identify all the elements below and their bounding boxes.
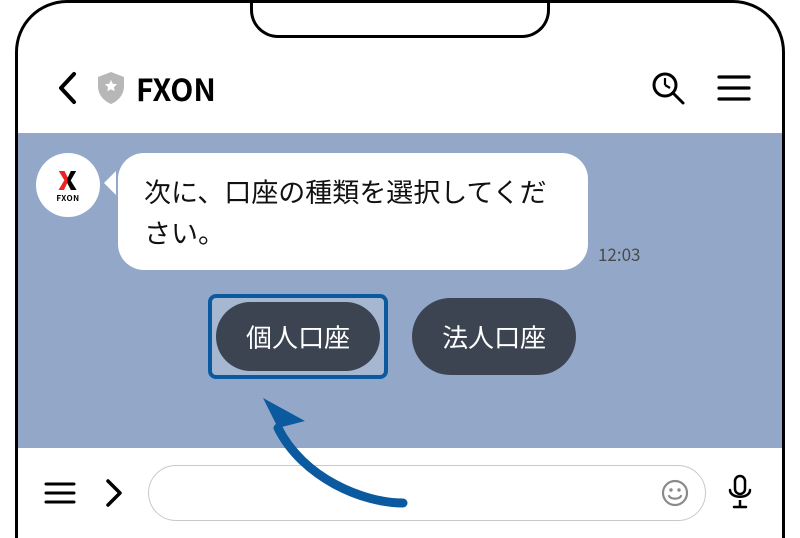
sender-avatar[interactable]: X FXON xyxy=(36,153,100,217)
input-bar xyxy=(18,448,782,538)
option-personal-account[interactable]: 個人口座 xyxy=(216,302,380,371)
message-timestamp: 12:03 xyxy=(598,241,640,266)
message-row: X FXON 次に、口座の種類を選択してください。 12:03 xyxy=(18,153,782,270)
keyboard-menu-button[interactable] xyxy=(40,473,80,513)
chat-header: FXON xyxy=(18,53,782,123)
hamburger-icon xyxy=(717,74,751,102)
phone-notch xyxy=(250,0,550,38)
official-badge-icon xyxy=(96,71,126,105)
quick-reply-row: 個人口座 法人口座 xyxy=(208,294,782,379)
search-button[interactable] xyxy=(648,68,688,108)
voice-button[interactable] xyxy=(720,473,760,513)
avatar-logo-icon: X xyxy=(59,167,78,193)
menu-button[interactable] xyxy=(714,68,754,108)
chevron-left-icon xyxy=(56,71,78,105)
emoji-button[interactable] xyxy=(658,476,692,510)
phone-frame: FXON X FXON xyxy=(15,0,785,538)
chevron-right-icon xyxy=(104,478,124,508)
chat-area: X FXON 次に、口座の種類を選択してください。 12:03 個人口座 法人口… xyxy=(18,133,782,448)
search-icon xyxy=(650,70,686,106)
expand-button[interactable] xyxy=(94,473,134,513)
microphone-icon xyxy=(725,473,755,513)
smiley-icon xyxy=(660,478,690,508)
option-corporate-account[interactable]: 法人口座 xyxy=(412,298,576,375)
message-text: 次に、口座の種類を選択してください。 xyxy=(144,171,547,251)
option-highlight: 個人口座 xyxy=(208,294,388,379)
back-button[interactable] xyxy=(46,67,88,109)
message-bubble: 次に、口座の種類を選択してください。 xyxy=(118,153,588,270)
chat-title: FXON xyxy=(136,66,648,110)
message-input[interactable] xyxy=(148,465,706,521)
hamburger-icon xyxy=(44,481,76,505)
